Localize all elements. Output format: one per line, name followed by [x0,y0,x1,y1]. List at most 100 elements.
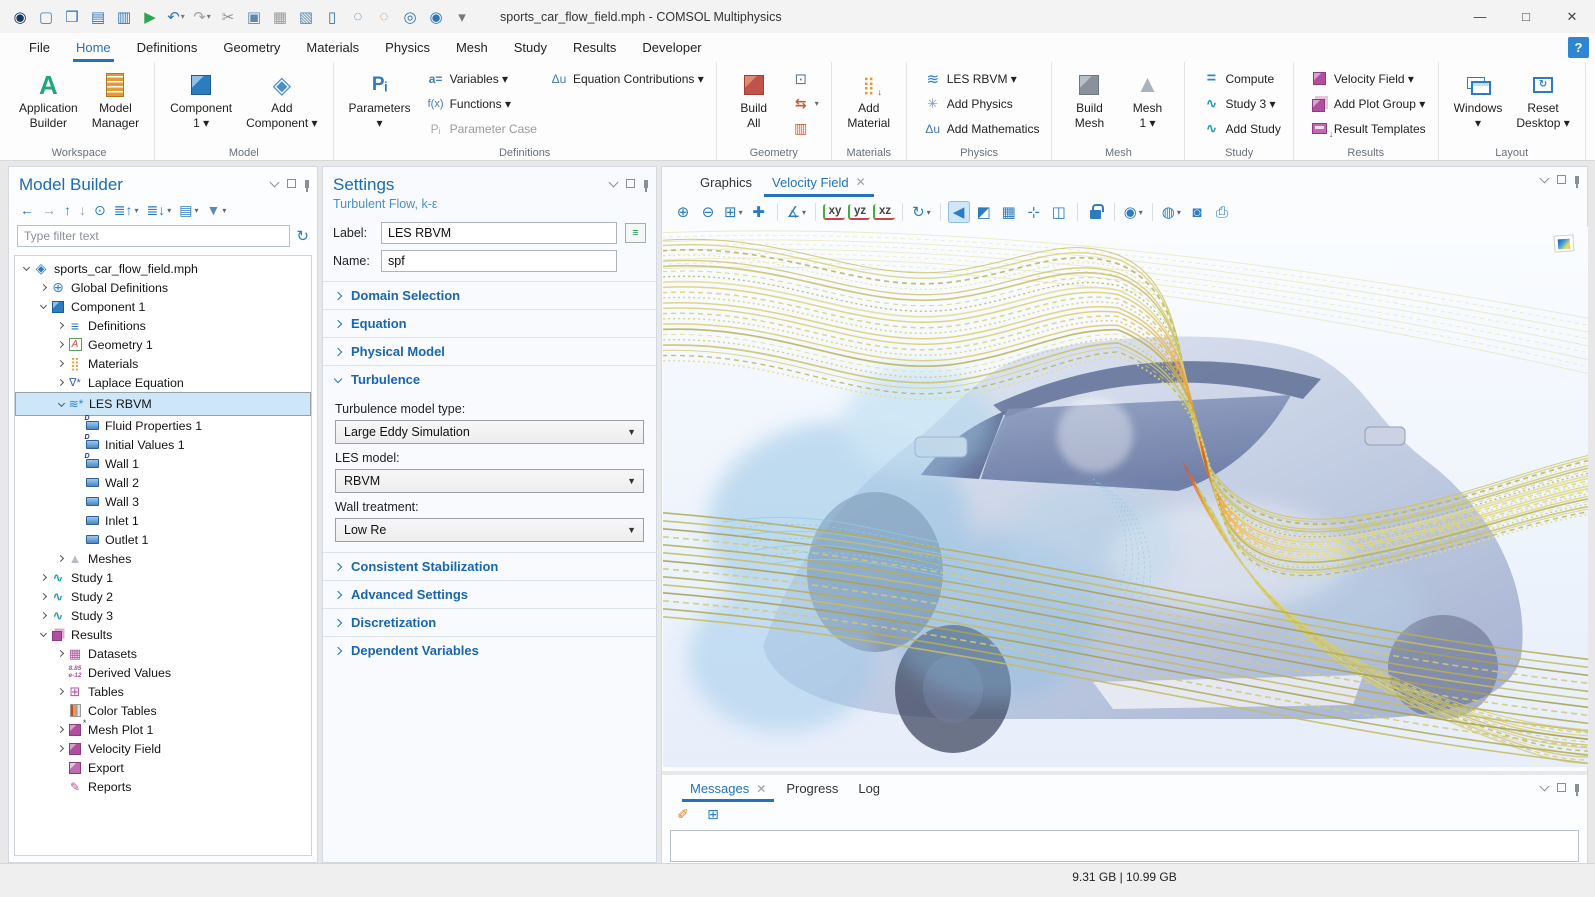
tree-expand-arrow[interactable] [36,305,50,308]
tree-expand-arrow[interactable] [53,689,67,694]
tree-item-study-3[interactable]: ∿Study 3 [15,606,311,625]
menu-study[interactable]: Study [501,33,560,62]
tree-item-study-2[interactable]: ∿Study 2 [15,587,311,606]
tree-expand-arrow[interactable] [53,323,67,328]
panel-float-icon[interactable] [1557,783,1566,792]
panel-menu-icon[interactable] [1540,781,1550,791]
redo-icon[interactable]: ↷▾ [190,5,214,29]
create-note-button[interactable]: ≡ [625,223,646,243]
help-button[interactable]: ? [1568,37,1589,58]
show-axis-orientation-toggle[interactable]: ⊹ [1023,201,1045,223]
tree-expand-arrow[interactable] [53,342,67,347]
close-button[interactable]: ✕ [1549,0,1595,33]
variables-button[interactable]: a=Variables ▾ [422,66,541,91]
tree-item-meshes[interactable]: ▲Meshes [15,549,311,568]
model-manager-button[interactable]: ModelManager [85,66,146,134]
panel-pin-icon[interactable] [644,180,648,188]
undo-icon[interactable]: ↶▾ [164,5,188,29]
tree-item-export[interactable]: Export [15,758,311,777]
show-grid-toggle[interactable]: ▦ [998,201,1020,223]
panel-menu-icon[interactable] [270,177,280,187]
tree-item-velocity-field[interactable]: Velocity Field [15,739,311,758]
transparency-toggle[interactable]: ◩ [973,201,995,223]
panel-pin-icon[interactable] [1575,176,1579,184]
windows-button[interactable]: Windows▾ [1447,66,1510,134]
tree-expand-arrow[interactable] [53,651,67,656]
panel-menu-icon[interactable] [1540,173,1550,183]
panel-float-icon[interactable] [1557,175,1566,184]
tree-item-inlet-1[interactable]: Inlet 1 [15,511,311,530]
result-templates-button[interactable]: ↓Result Templates [1306,116,1430,141]
tree-item-global-definitions[interactable]: ⊕Global Definitions [15,278,311,297]
tree-item-fluid-properties-1[interactable]: Fluid Properties 1 [15,416,311,435]
tree-item-materials[interactable]: ⣿Materials [15,354,311,373]
panel-float-icon[interactable] [287,179,296,188]
tree-item-geometry-1[interactable]: AGeometry 1 [15,335,311,354]
tree-expand-arrow[interactable] [36,575,50,580]
add-study-button[interactable]: ∿Add Study [1197,116,1284,141]
partition-button[interactable]: ▥ [787,116,823,141]
lock-view-button[interactable] [1085,201,1107,223]
new-file-icon[interactable]: ▢ [34,5,58,29]
tab-progress[interactable]: Progress [776,775,848,802]
go-to-view-button[interactable]: ∡▾ [785,201,808,223]
save-icon[interactable]: ▤ [86,5,110,29]
rebuild-geometry-button[interactable]: ⇆▾ [787,91,823,116]
section-turbulence[interactable]: Turbulence [323,365,656,393]
section-equation[interactable]: Equation [323,309,656,337]
study-3-button[interactable]: ∿Study 3 ▾ [1197,91,1284,116]
section-domain-selection[interactable]: Domain Selection [323,281,656,309]
panel-menu-icon[interactable] [609,177,619,187]
move-down-button[interactable]: ↓ [76,202,89,218]
open-file-icon[interactable]: ❒ [60,5,84,29]
menu-geometry[interactable]: Geometry [210,33,293,62]
add-material-button[interactable]: ⣿↓AddMaterial [840,66,898,134]
panel-float-icon[interactable] [626,179,635,188]
zoom-selected-icon[interactable]: ◎ [398,5,422,29]
tree-item-study-1[interactable]: ∿Study 1 [15,568,311,587]
scene-light-toggle[interactable]: ◀ [948,201,970,223]
tree-item-color-tables[interactable]: Color Tables [15,701,311,720]
tree-expand-arrow[interactable] [36,594,50,599]
build-mesh-button[interactable]: BuildMesh [1060,66,1118,134]
rotate-view-button[interactable]: ↻▾ [910,201,933,223]
move-up-button[interactable]: ↑ [61,202,74,218]
mesh-1-button[interactable]: ▲Mesh1 ▾ [1118,66,1176,134]
tree-expand-arrow[interactable] [36,285,50,290]
tree-item-mesh-plot-1[interactable]: Mesh Plot 1 [15,720,311,739]
dropdown-les-model-[interactable]: RBVM▼ [335,469,644,493]
functions-button[interactable]: f(x)Functions ▾ [422,91,541,116]
image-settings-button[interactable]: ◉▾ [1122,201,1145,223]
minimize-button[interactable]: — [1457,0,1503,33]
compute-button[interactable]: =Compute [1197,66,1284,91]
print-button[interactable]: ⎙ [1211,201,1233,223]
open-in-window-button[interactable]: ⊞ [702,803,724,825]
equation-contributions-button[interactable]: ΔuEquation Contributions ▾ [545,66,708,91]
zoom-box-button[interactable]: ⊞▾ [722,201,745,223]
cut-icon[interactable]: ✂ [216,5,240,29]
reset-desktop-button[interactable]: ↻ResetDesktop ▾ [1509,66,1576,134]
tree-item-les-rbvm[interactable]: ≋*LES RBVM [15,392,311,416]
section-physical-model[interactable]: Physical Model [323,337,656,365]
menu-home[interactable]: Home [63,33,124,62]
panel-pin-icon[interactable] [305,180,309,188]
tree-item-results[interactable]: Results [15,625,311,644]
filter-button[interactable]: ▼▾ [203,202,229,218]
collapse-all-button[interactable]: ≣↑▾ [111,202,142,219]
view-xz-button[interactable]: xz [873,204,895,220]
tab-graphics[interactable]: Graphics [690,167,762,197]
refresh-icon[interactable]: ↻ [296,227,309,245]
les-rbvm-menu-button[interactable]: ≋LES RBVM ▾ [919,66,1044,91]
copy-icon[interactable]: ▣ [242,5,266,29]
section-consistent-stabilization[interactable]: Consistent Stabilization [323,552,656,580]
paste-icon[interactable]: ▦ [268,5,292,29]
show-color-legend-toggle[interactable]: ◫ [1048,201,1070,223]
tree-item-sports-car-flow-field-mph[interactable]: ◈sports_car_flow_field.mph [15,259,311,278]
tree-expand-arrow[interactable] [53,746,67,751]
menu-materials[interactable]: Materials [293,33,372,62]
tree-item-wall-3[interactable]: Wall 3 [15,492,311,511]
tree-item-initial-values-1[interactable]: Initial Values 1 [15,435,311,454]
section-discretization[interactable]: Discretization [323,608,656,636]
dropdown-turbulence-model-type-[interactable]: Large Eddy Simulation▼ [335,420,644,444]
component-1-button[interactable]: Component1 ▾ [163,66,239,134]
